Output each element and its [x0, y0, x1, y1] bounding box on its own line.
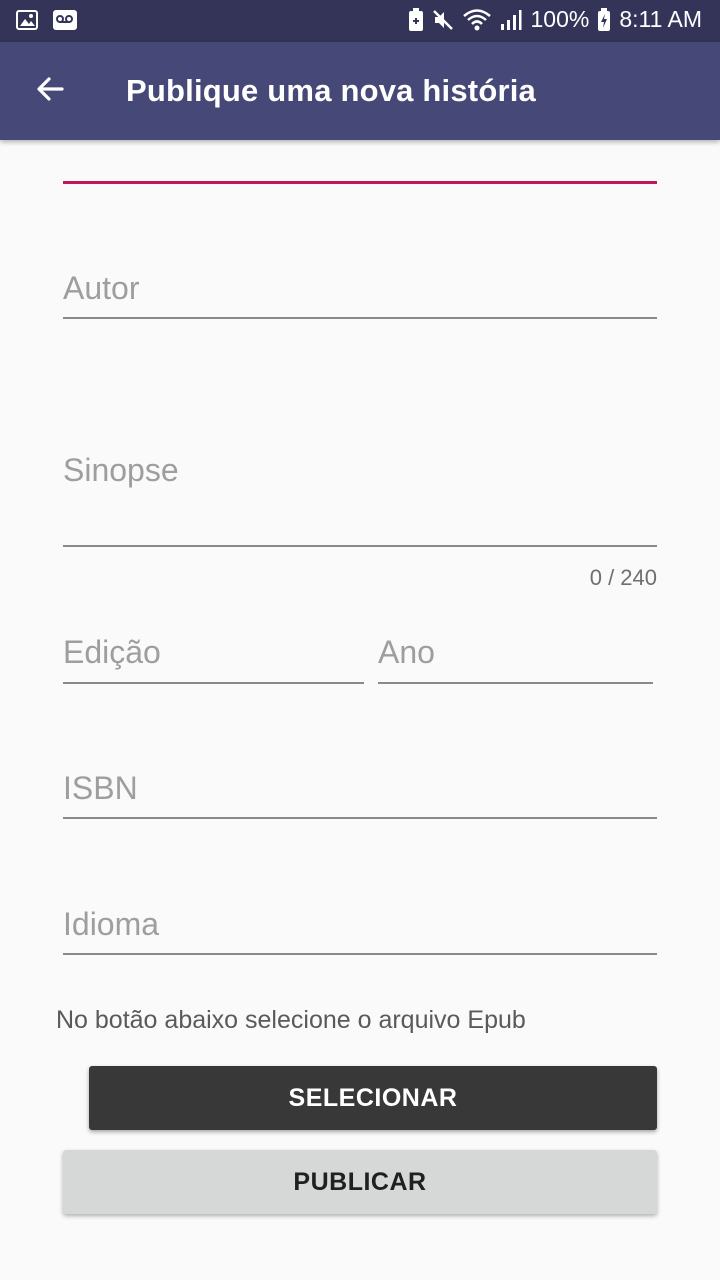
language-underline — [63, 953, 657, 955]
arrow-back-icon — [35, 74, 65, 109]
year-placeholder: Ano — [378, 634, 435, 670]
select-file-button[interactable]: SELECIONAR — [89, 1066, 657, 1130]
status-bar: 100% 8:11 AM — [0, 0, 720, 42]
edition-field[interactable]: Edição — [63, 625, 364, 685]
screen: 100% 8:11 AM Publique uma nova história … — [0, 0, 720, 1280]
synopsis-counter: 0 / 240 — [589, 565, 657, 590]
mute-icon — [432, 9, 454, 31]
year-field[interactable]: Ano — [378, 625, 653, 685]
isbn-placeholder: ISBN — [63, 770, 138, 806]
battery-charging-icon — [597, 7, 611, 32]
voicemail-icon — [52, 9, 78, 31]
back-button[interactable] — [26, 67, 74, 115]
author-placeholder: Autor — [63, 270, 140, 306]
author-field[interactable]: Autor — [63, 260, 657, 320]
year-underline — [378, 682, 653, 684]
language-placeholder: Idioma — [63, 906, 160, 942]
signal-icon — [500, 9, 522, 31]
language-field[interactable]: Idioma — [63, 896, 657, 956]
title-input[interactable] — [63, 181, 657, 184]
page-title: Publique uma nova história — [126, 73, 536, 108]
publish-button[interactable]: PUBLICAR — [63, 1150, 657, 1214]
author-underline — [63, 317, 657, 319]
epub-hint: No botão abaixo selecione o arquivo Epub — [56, 1006, 526, 1034]
isbn-underline — [63, 817, 657, 819]
synopsis-placeholder: Sinopse — [63, 452, 179, 488]
battery-saver-icon — [408, 7, 424, 32]
edition-underline — [63, 682, 364, 684]
wifi-icon — [462, 8, 492, 32]
isbn-field[interactable]: ISBN — [63, 760, 657, 820]
status-right: 100% 8:11 AM — [408, 6, 702, 33]
synopsis-field[interactable]: Sinopse — [63, 440, 657, 548]
clock: 8:11 AM — [619, 6, 702, 32]
status-left — [16, 9, 78, 31]
image-icon — [16, 10, 38, 30]
battery-text: 100% — [530, 6, 590, 32]
synopsis-underline — [63, 545, 657, 547]
app-bar: Publique uma nova história — [0, 42, 720, 140]
edition-placeholder: Edição — [63, 634, 161, 670]
